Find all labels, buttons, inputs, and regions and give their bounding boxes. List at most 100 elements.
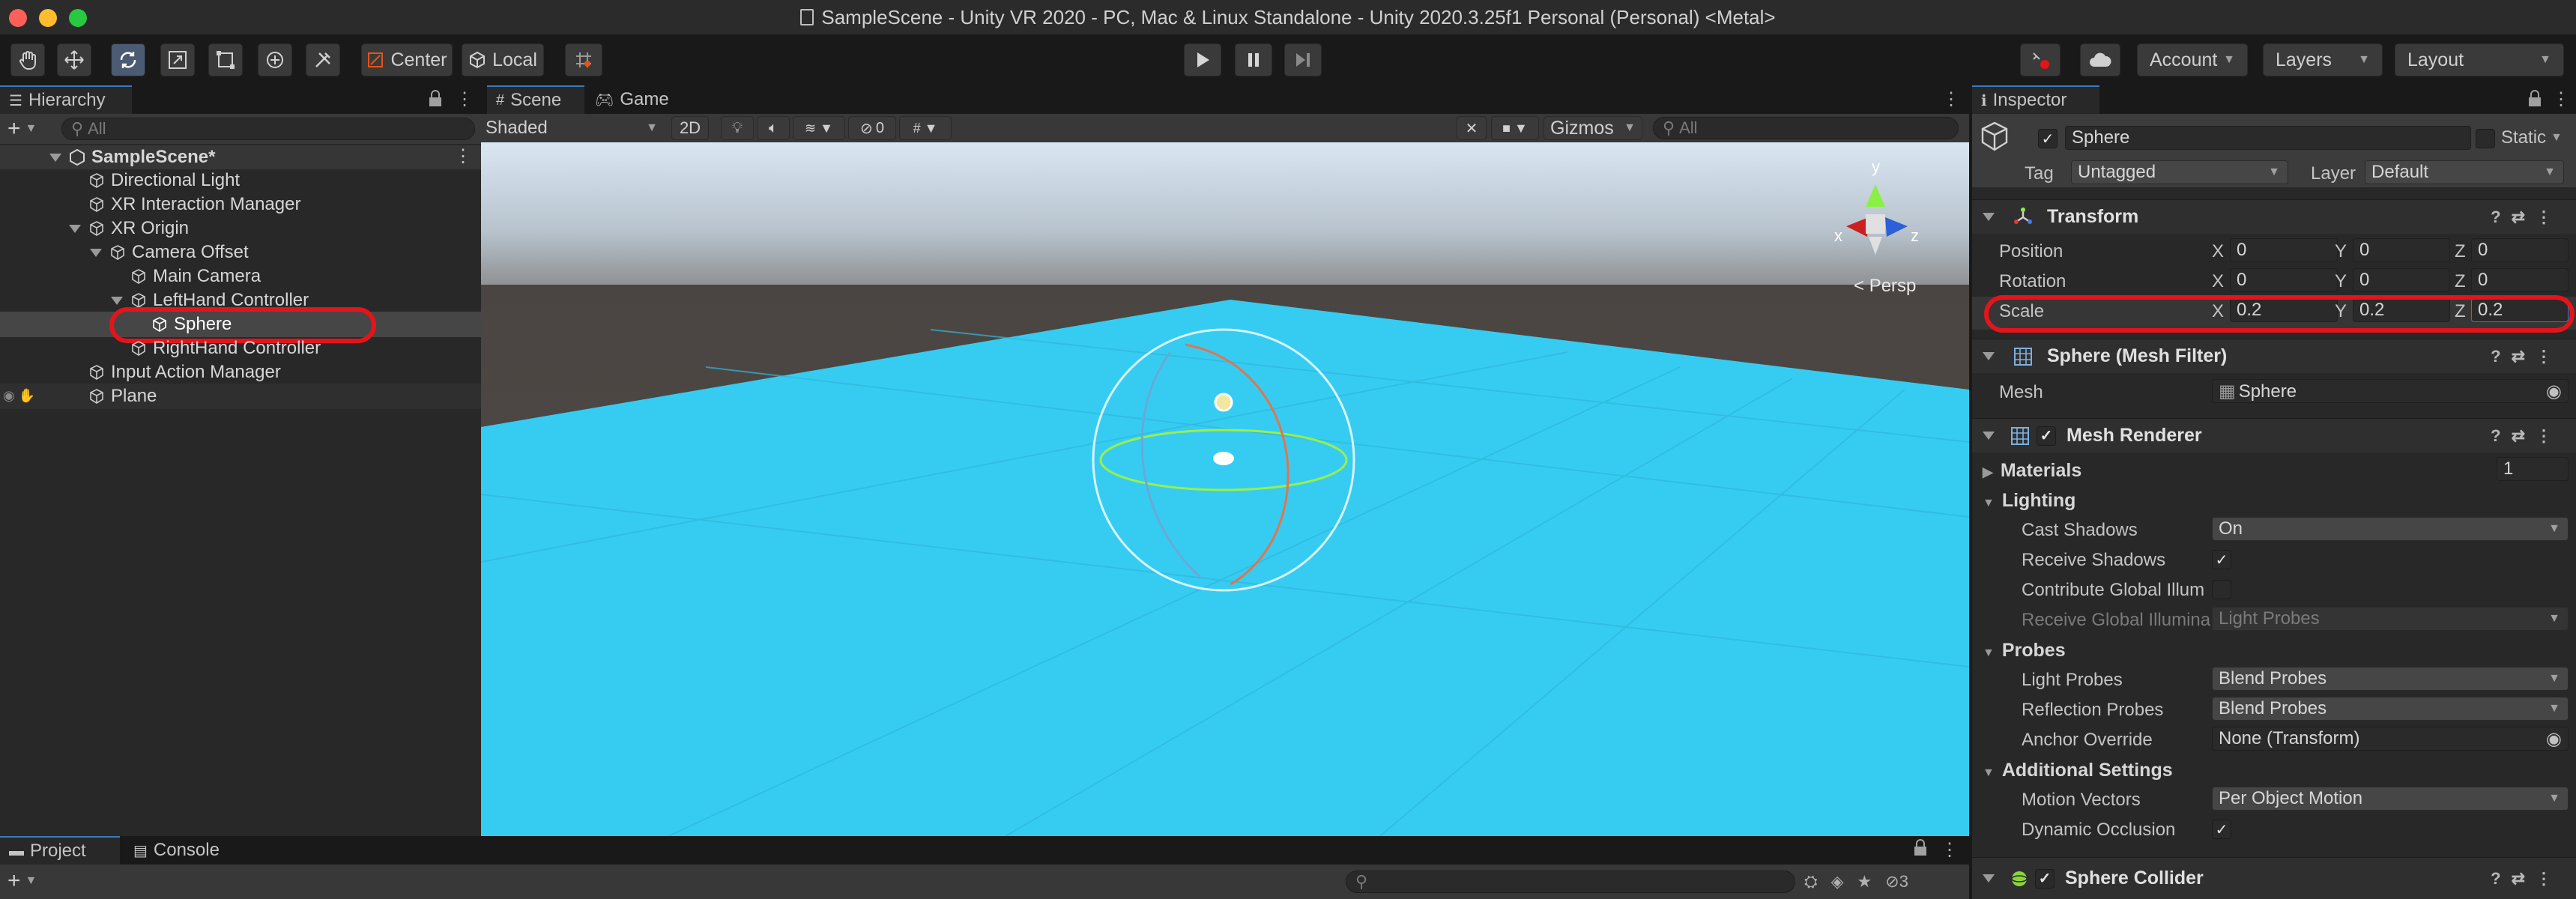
tab-game[interactable]: 🎮︎ Game (586, 85, 683, 114)
scene-search-input[interactable]: ⚲ All (1653, 117, 1959, 139)
tools-toggle[interactable]: ✕ (1457, 116, 1487, 140)
position-x-field[interactable]: 0 (2230, 238, 2338, 262)
hierarchy-item[interactable]: XR Interaction Manager (88, 193, 300, 217)
hidden-objects-toggle[interactable]: ⊘ 0 (848, 116, 896, 140)
project-filter-buttons[interactable]: ⛭ ◈ ★ ⊘3 (1804, 871, 1954, 893)
component-actions-icon[interactable]: ?⇄⋮ (2491, 208, 2563, 227)
rotation-x-field[interactable]: 0 (2230, 268, 2338, 292)
create-dropdown[interactable]: + ▼ (7, 116, 52, 141)
play-button[interactable] (1184, 43, 1221, 76)
filter-by-type-icon[interactable]: ⛭ (1804, 872, 1818, 892)
collab-button[interactable] (2020, 43, 2061, 76)
custom-tool-button[interactable] (306, 43, 340, 76)
materials-foldout[interactable]: ▶ Materials (1983, 460, 2081, 482)
additional-settings-foldout[interactable]: ▼ Additional Settings (1983, 760, 2173, 781)
object-name-field[interactable]: Sphere (2065, 126, 2471, 150)
draw-mode-dropdown[interactable]: Shaded ▼ (486, 116, 665, 140)
camera-dropdown[interactable]: ■ ▼ (1491, 116, 1539, 140)
project-search-input[interactable]: ⚲ (1346, 871, 1795, 893)
position-y-field[interactable]: 0 (2353, 238, 2450, 262)
visibility-icon[interactable]: ◉ ✋ (3, 388, 45, 405)
hierarchy-item[interactable]: XR Origin (69, 217, 189, 240)
filter-by-label-icon[interactable]: ◈ (1831, 872, 1844, 892)
tab-hierarchy[interactable]: ☰ Hierarchy (0, 85, 132, 114)
active-checkbox[interactable]: ✓ (2038, 129, 2058, 148)
receive-shadows-checkbox[interactable]: ✓ (2212, 550, 2231, 569)
projection-toggle[interactable]: < Persp (1854, 276, 1936, 298)
plane-row[interactable] (0, 384, 481, 409)
anchor-override-field[interactable]: None (Transform) ◉ (2212, 727, 2569, 751)
pause-button[interactable] (1235, 43, 1272, 76)
pivot-space-button[interactable]: Local (462, 43, 544, 76)
mesh-renderer-enabled-checkbox[interactable]: ✓ (2037, 426, 2056, 446)
panel-menu-icon[interactable]: ⋮ (1942, 88, 1960, 111)
panel-menu-icon[interactable]: ⋮ (2552, 88, 2570, 111)
tab-inspector[interactable]: ℹ Inspector (1972, 85, 2099, 114)
light-probes-dropdown[interactable]: Blend Probes ▼ (2212, 667, 2569, 691)
hierarchy-item[interactable]: Plane (88, 384, 157, 408)
snap-settings-button[interactable] (565, 43, 602, 76)
lighting-foldout[interactable]: ▼ Lighting (1983, 490, 2075, 512)
hierarchy-item[interactable]: Input Action Manager (88, 360, 281, 384)
tab-console[interactable]: ▤ Console (124, 836, 244, 865)
hierarchy-search-input[interactable]: ⚲ All (61, 118, 475, 140)
probes-foldout[interactable]: ▼ Probes (1983, 640, 2066, 662)
component-actions-icon[interactable]: ?⇄⋮ (2491, 869, 2563, 889)
tab-scene[interactable]: # Scene (487, 85, 584, 114)
hierarchy-item[interactable]: Directional Light (88, 169, 240, 193)
layout-dropdown[interactable]: Layout ▼ (2395, 43, 2564, 76)
pivot-mode-button[interactable]: Center (361, 43, 453, 76)
sphere-collider-enabled-checkbox[interactable]: ✓ (2035, 868, 2055, 889)
cloud-button[interactable] (2080, 43, 2120, 76)
materials-count-field[interactable]: 1 (2497, 457, 2569, 481)
transform-tool-button[interactable] (258, 43, 292, 76)
favorites-icon[interactable]: ★ (1857, 872, 1872, 892)
cast-shadows-dropdown[interactable]: On ▼ (2212, 517, 2569, 541)
step-button[interactable] (1284, 43, 1322, 76)
scale-tool-button[interactable] (160, 43, 195, 76)
rect-tool-button[interactable] (208, 43, 243, 76)
motion-vectors-dropdown[interactable]: Per Object Motion ▼ (2212, 787, 2569, 811)
lock-icon[interactable] (1912, 839, 1930, 862)
hierarchy-item[interactable]: Main Camera (130, 264, 261, 288)
lock-icon[interactable] (427, 90, 445, 109)
dynamic-occlusion-checkbox[interactable]: ✓ (2212, 820, 2231, 839)
position-z-field[interactable]: 0 (2471, 238, 2569, 262)
object-picker-icon[interactable]: ◉ (2546, 728, 2562, 750)
panel-menu-icon[interactable]: ⋮ (456, 88, 474, 111)
hierarchy-item[interactable]: RightHand Controller (130, 336, 321, 360)
hand-tool-button[interactable] (10, 43, 45, 76)
2d-toggle[interactable]: 2D (671, 116, 709, 140)
tab-project[interactable]: ▬ Project (0, 836, 120, 865)
scene-viewport[interactable]: y x z < Persp (481, 142, 1969, 836)
static-checkbox[interactable] (2476, 129, 2495, 148)
scene-menu-icon[interactable]: ⋮ (454, 145, 472, 169)
audio-toggle[interactable]: 🔈︎ (757, 116, 790, 140)
lock-icon[interactable] (2527, 90, 2545, 109)
reflection-probes-dropdown[interactable]: Blend Probes ▼ (2212, 697, 2569, 721)
hidden-packages-icon[interactable]: ⊘3 (1885, 872, 1908, 892)
rotation-y-field[interactable]: 0 (2353, 268, 2450, 292)
move-tool-button[interactable] (57, 43, 91, 76)
hierarchy-item[interactable]: Camera Offset (90, 240, 249, 264)
component-actions-icon[interactable]: ?⇄⋮ (2491, 347, 2563, 366)
layers-dropdown[interactable]: Layers ▼ (2263, 43, 2383, 76)
transform-header[interactable]: Transform ?⇄⋮ (1972, 199, 2576, 234)
scene-root-item[interactable]: SampleScene* (49, 145, 215, 169)
effects-dropdown[interactable]: ≋ ▼ (793, 116, 845, 140)
object-picker-icon[interactable]: ◉ (2546, 381, 2562, 402)
tag-dropdown[interactable]: Untagged ▼ (2071, 160, 2288, 184)
contribute-gi-checkbox[interactable] (2212, 580, 2231, 599)
rotation-z-field[interactable]: 0 (2471, 268, 2569, 292)
rotate-tool-button[interactable] (111, 43, 145, 76)
sphere-collider-header[interactable]: ✓ Sphere Collider ?⇄⋮ (1972, 857, 2576, 899)
mesh-renderer-header[interactable]: ✓ Mesh Renderer ?⇄⋮ (1972, 418, 2576, 452)
grid-dropdown[interactable]: # ▼ (899, 116, 952, 140)
mesh-object-field[interactable]: ▦ Sphere ◉ (2212, 379, 2569, 403)
static-dropdown[interactable]: Static ▼ (2501, 126, 2573, 150)
layer-dropdown[interactable]: Default ▼ (2365, 160, 2564, 184)
panel-menu-icon[interactable]: ⋮ (1941, 839, 1959, 862)
mesh-filter-header[interactable]: Sphere (Mesh Filter) ?⇄⋮ (1972, 339, 2576, 373)
gizmos-dropdown[interactable]: Gizmos ▼ (1544, 116, 1642, 140)
project-create-dropdown[interactable]: + ▼ (7, 868, 52, 893)
